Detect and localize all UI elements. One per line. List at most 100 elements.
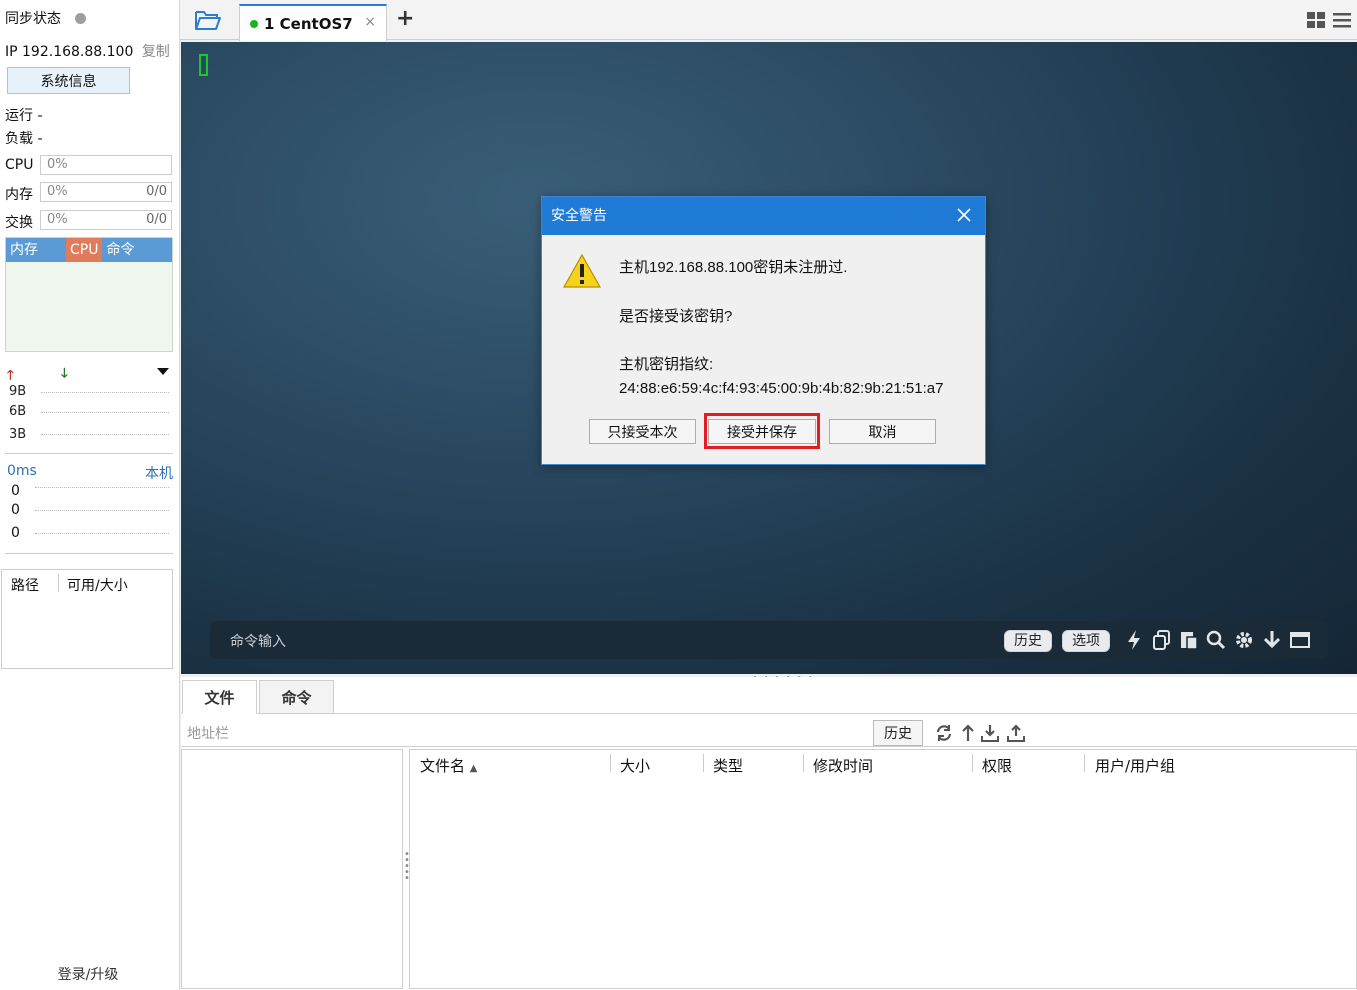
grid-line [41,434,169,435]
monitor-panel: 内存 CPU 命令 [5,237,173,352]
download-file-icon[interactable] [981,724,999,742]
dialog-fingerprint-label: 主机密钥指纹: [619,356,714,373]
grid-line [35,487,169,488]
path-header: 路径 [11,578,39,594]
column-owner[interactable]: 用户/用户组 [1095,755,1175,776]
connection-status-icon [250,19,258,28]
layout-grid-icon[interactable] [1306,11,1326,29]
column-separator[interactable] [803,754,804,772]
accept-and-save-button[interactable]: 接受并保存 [708,419,816,444]
new-tab-button[interactable]: + [396,6,414,31]
latency-value: 0 [11,502,20,518]
column-filename[interactable]: 文件名 ▲ [420,755,478,776]
column-size[interactable]: 大小 [620,755,650,776]
upload-file-icon[interactable] [1007,724,1025,742]
swap-value: 0% [47,212,68,227]
dialog-title: 安全警告 [551,208,607,224]
latency-graph: 0ms 本机 0 0 0 [5,462,173,554]
dialog-titlebar: 安全警告 [542,197,985,235]
monitor-tab-mem[interactable]: 内存 [6,238,66,262]
column-permissions[interactable]: 权限 [982,755,1012,776]
ip-row: IP 192.168.88.100 复制 [5,41,170,61]
swap-label: 交换 [5,215,33,231]
bottom-tabs: 文件 命令 [181,680,1357,714]
command-options-button[interactable]: 选项 [1062,630,1110,652]
column-separator[interactable] [610,754,611,772]
close-dialog-icon[interactable] [955,206,973,224]
monitor-tab-cpu[interactable]: CPU [66,238,103,262]
sync-status-label: 同步状态 [5,11,61,27]
system-info-button[interactable]: 系统信息 [7,67,130,94]
command-input-bar[interactable]: 命令输入 历史 选项 [210,621,1328,659]
column-separator [58,574,59,592]
run-status: 运行 - [5,108,43,124]
latency-host[interactable]: 本机 [145,463,173,483]
grid-line [41,412,169,413]
disk-paths-table: 路径 可用/大小 [1,569,173,669]
column-separator[interactable] [703,754,704,772]
address-history-button[interactable]: 历史 [873,720,923,746]
directory-tree[interactable] [181,749,403,989]
menu-icon[interactable] [1332,11,1352,29]
cpu-meter: 0% [40,155,172,175]
ip-address: IP 192.168.88.100 [5,44,134,60]
warning-icon [562,253,602,288]
session-tab-title: 1 CentOS7 [264,14,353,33]
latency-value: 0 [11,483,20,499]
session-tab-centos7[interactable]: 1 CentOS7 × [239,4,387,41]
latency-value: 0 [11,525,20,541]
accept-once-button[interactable]: 只接受本次 [589,419,696,444]
address-bar[interactable]: 地址栏 历史 [181,719,1357,747]
column-separator[interactable] [1084,754,1085,772]
dialog-fingerprint-value: 24:88:e6:59:4c:f4:93:45:00:9b:4b:82:9b:2… [619,380,944,397]
folder-open-icon[interactable] [194,8,222,32]
size-header: 可用/大小 [67,578,128,594]
file-list[interactable]: 文件名 ▲ 大小 类型 修改时间 权限 用户/用户组 [409,749,1357,989]
close-tab-icon[interactable]: × [364,14,376,30]
command-history-button[interactable]: 历史 [1004,630,1052,652]
net-label-3b: 3B [9,427,27,442]
copy-ip-link[interactable]: 复制 [142,44,170,60]
grid-line [41,392,169,393]
terminal-cursor [199,54,208,76]
mem-label: 内存 [5,187,33,203]
network-dropdown-icon[interactable] [157,368,169,375]
mem-total: 0/0 [146,184,167,199]
dialog-message-question: 是否接受该密钥? [619,308,733,325]
net-label-6b: 6B [9,404,27,419]
refresh-icon[interactable] [935,724,953,742]
login-upgrade-link[interactable]: 登录/升级 [0,964,176,984]
paste-icon[interactable] [1178,629,1200,651]
tab-files[interactable]: 文件 [182,680,257,714]
swap-meter: 0% 0/0 [40,210,172,230]
copy-icon[interactable] [1151,629,1173,651]
column-separator[interactable] [972,754,973,772]
column-modified[interactable]: 修改时间 [813,755,873,776]
lightning-icon[interactable] [1123,629,1145,651]
search-icon[interactable] [1205,629,1227,651]
settings-gear-icon[interactable] [1233,629,1255,651]
dialog-message-host: 主机192.168.88.100密钥未注册过. [619,259,848,276]
address-placeholder: 地址栏 [187,726,229,742]
sync-status-dot-icon [75,13,86,24]
mem-meter: 0% 0/0 [40,182,172,202]
net-label-9b: 9B [9,384,27,399]
maximize-window-icon[interactable] [1289,629,1311,651]
grid-line [35,510,169,511]
monitor-tabs: 内存 CPU 命令 [6,238,172,262]
swap-total: 0/0 [146,212,167,227]
security-warning-dialog: 安全警告 主机192.168.88.100密钥未注册过. 是否接受该密钥? 主机… [541,196,986,465]
column-type[interactable]: 类型 [713,755,743,776]
sync-status: 同步状态 [5,8,86,28]
network-graph: 🡑 🡓 9B 6B 3B [5,362,173,454]
sidebar: 同步状态 IP 192.168.88.100 复制 系统信息 运行 - 负载 -… [0,0,180,990]
download-arrow-icon: 🡓 [61,366,68,381]
tab-commands[interactable]: 命令 [259,680,334,714]
mem-value: 0% [47,184,68,199]
download-icon[interactable] [1261,629,1283,651]
parent-directory-icon[interactable] [959,724,977,742]
sort-asc-icon: ▲ [469,763,478,774]
monitor-tab-cmd[interactable]: 命令 [102,238,138,262]
column-filename-label: 文件名 [420,757,466,775]
cancel-button[interactable]: 取消 [829,419,936,444]
